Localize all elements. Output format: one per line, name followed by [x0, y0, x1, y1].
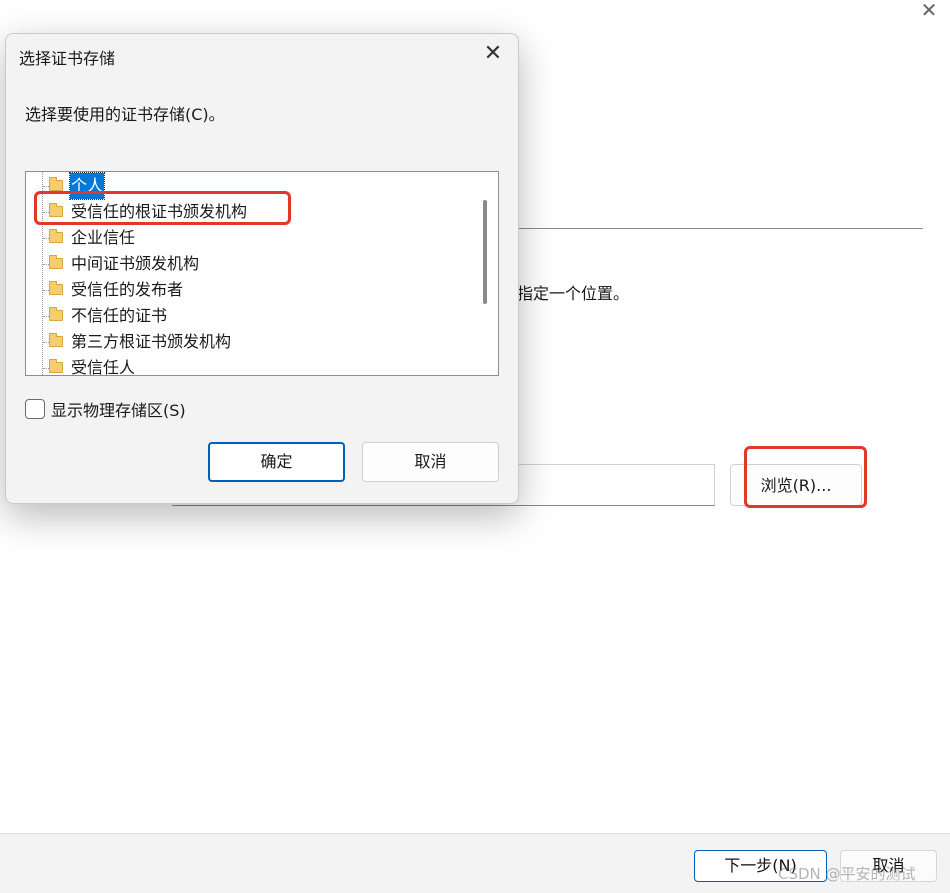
- ok-button[interactable]: 确定: [208, 442, 345, 482]
- tree-item-label: 受信任人: [71, 358, 136, 376]
- tree-item-label: 受信任的发布者: [71, 280, 184, 299]
- tree-scrollbar-thumb[interactable]: [483, 200, 487, 304]
- tree-item[interactable]: 企业信任: [26, 225, 466, 251]
- watermark: CSDN @平安的测试: [778, 865, 916, 883]
- folder-icon: [49, 281, 63, 295]
- dialog-prompt: 选择要使用的证书存储(C)。: [25, 105, 225, 124]
- tree-item[interactable]: 受信任的根证书颁发机构: [26, 199, 466, 225]
- tree-item-label: 个人: [68, 172, 106, 200]
- tree-item[interactable]: 中间证书颁发机构: [26, 251, 466, 277]
- dialog-cancel-button[interactable]: 取消: [362, 442, 499, 482]
- wizard-close-icon[interactable]: ✕: [917, 0, 941, 22]
- tree-item-label: 第三方根证书颁发机构: [71, 332, 232, 351]
- tree-item-label: 受信任的根证书颁发机构: [71, 202, 248, 221]
- wizard-instruction-text: 指定一个位置。: [517, 284, 630, 303]
- folder-icon: [49, 177, 63, 191]
- tree-item[interactable]: 个人: [26, 172, 466, 200]
- tree-item[interactable]: 不信任的证书: [26, 303, 466, 329]
- folder-icon: [49, 255, 63, 269]
- browse-button[interactable]: 浏览(R)...: [730, 464, 862, 506]
- folder-icon: [49, 229, 63, 243]
- tree-item[interactable]: 受信任的发布者: [26, 277, 466, 303]
- folder-icon: [49, 333, 63, 347]
- wizard-divider: [517, 228, 923, 229]
- tree-item-label: 不信任的证书: [71, 306, 168, 325]
- show-physical-stores-label: 显示物理存储区(S): [51, 401, 186, 420]
- dialog-title: 选择证书存储: [19, 49, 116, 68]
- dialog-close-icon[interactable]: ✕: [476, 40, 510, 70]
- tree-item-label: 企业信任: [71, 228, 136, 247]
- tree-item[interactable]: 第三方根证书颁发机构: [26, 329, 466, 355]
- tree-item[interactable]: 受信任人: [26, 355, 466, 376]
- tree-item-label: 中间证书颁发机构: [71, 254, 200, 273]
- folder-icon: [49, 359, 63, 373]
- show-physical-stores-checkbox[interactable]: [25, 399, 45, 419]
- select-certificate-store-dialog: 选择证书存储 ✕ 选择要使用的证书存储(C)。 个人受信任的根证书颁发机构 企业信…: [5, 33, 519, 504]
- certificate-store-tree[interactable]: 个人受信任的根证书颁发机构 企业信任中间证书颁发机构 受信任的发布者 不信任的证书第三…: [25, 171, 499, 376]
- folder-icon: [49, 203, 63, 217]
- folder-icon: [49, 307, 63, 321]
